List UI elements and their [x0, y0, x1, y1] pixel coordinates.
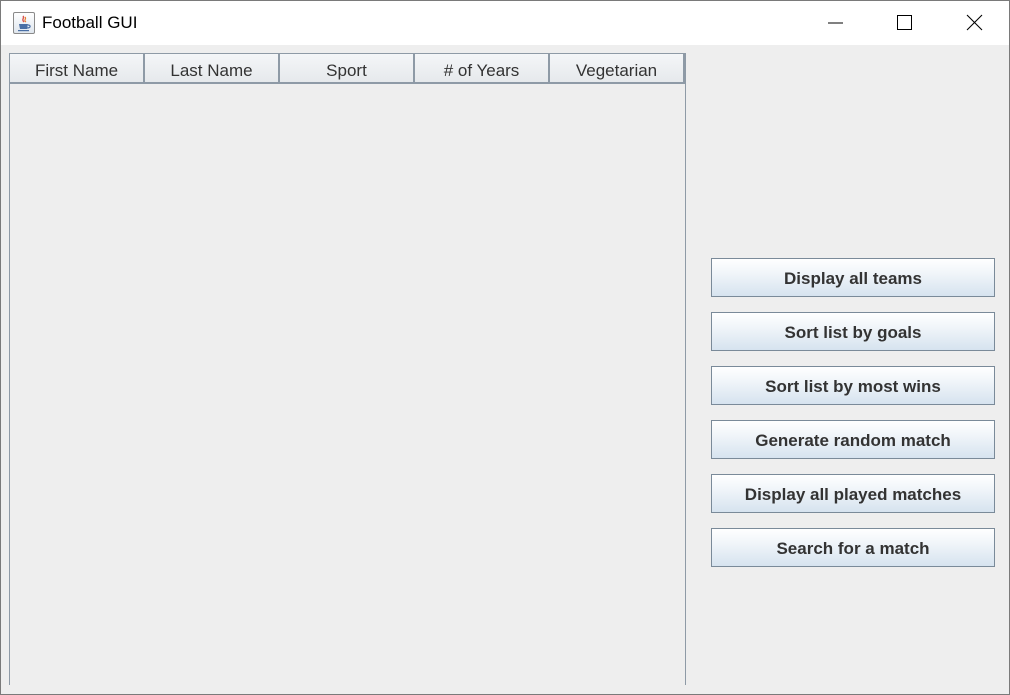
column-header-sport[interactable]: Sport [280, 54, 415, 84]
java-cup-icon[interactable] [13, 12, 35, 34]
app-window: Football GUI First Name Last Name Sport [0, 0, 1010, 695]
search-match-button[interactable]: Search for a match [711, 528, 995, 567]
column-header-last-name[interactable]: Last Name [145, 54, 280, 84]
close-icon[interactable] [939, 1, 1009, 45]
table-scroll-pane[interactable]: First Name Last Name Sport # of Years Ve… [9, 53, 686, 686]
table-body[interactable] [10, 84, 685, 686]
column-header-vegetarian[interactable]: Vegetarian [550, 54, 685, 84]
window-title: Football GUI [42, 13, 138, 32]
sort-by-wins-button[interactable]: Sort list by most wins [711, 366, 995, 405]
column-header-first-name[interactable]: First Name [10, 54, 145, 84]
maximize-icon[interactable] [870, 1, 940, 45]
column-header-years[interactable]: # of Years [415, 54, 550, 84]
display-played-matches-button[interactable]: Display all played matches [711, 474, 995, 513]
sort-by-goals-button[interactable]: Sort list by goals [711, 312, 995, 351]
minimize-icon[interactable] [801, 1, 871, 45]
title-bar[interactable]: Football GUI [1, 1, 1009, 45]
display-all-teams-button[interactable]: Display all teams [711, 258, 995, 297]
generate-random-match-button[interactable]: Generate random match [711, 420, 995, 459]
table-header: First Name Last Name Sport # of Years Ve… [10, 54, 685, 84]
content-pane: First Name Last Name Sport # of Years Ve… [1, 45, 1009, 686]
